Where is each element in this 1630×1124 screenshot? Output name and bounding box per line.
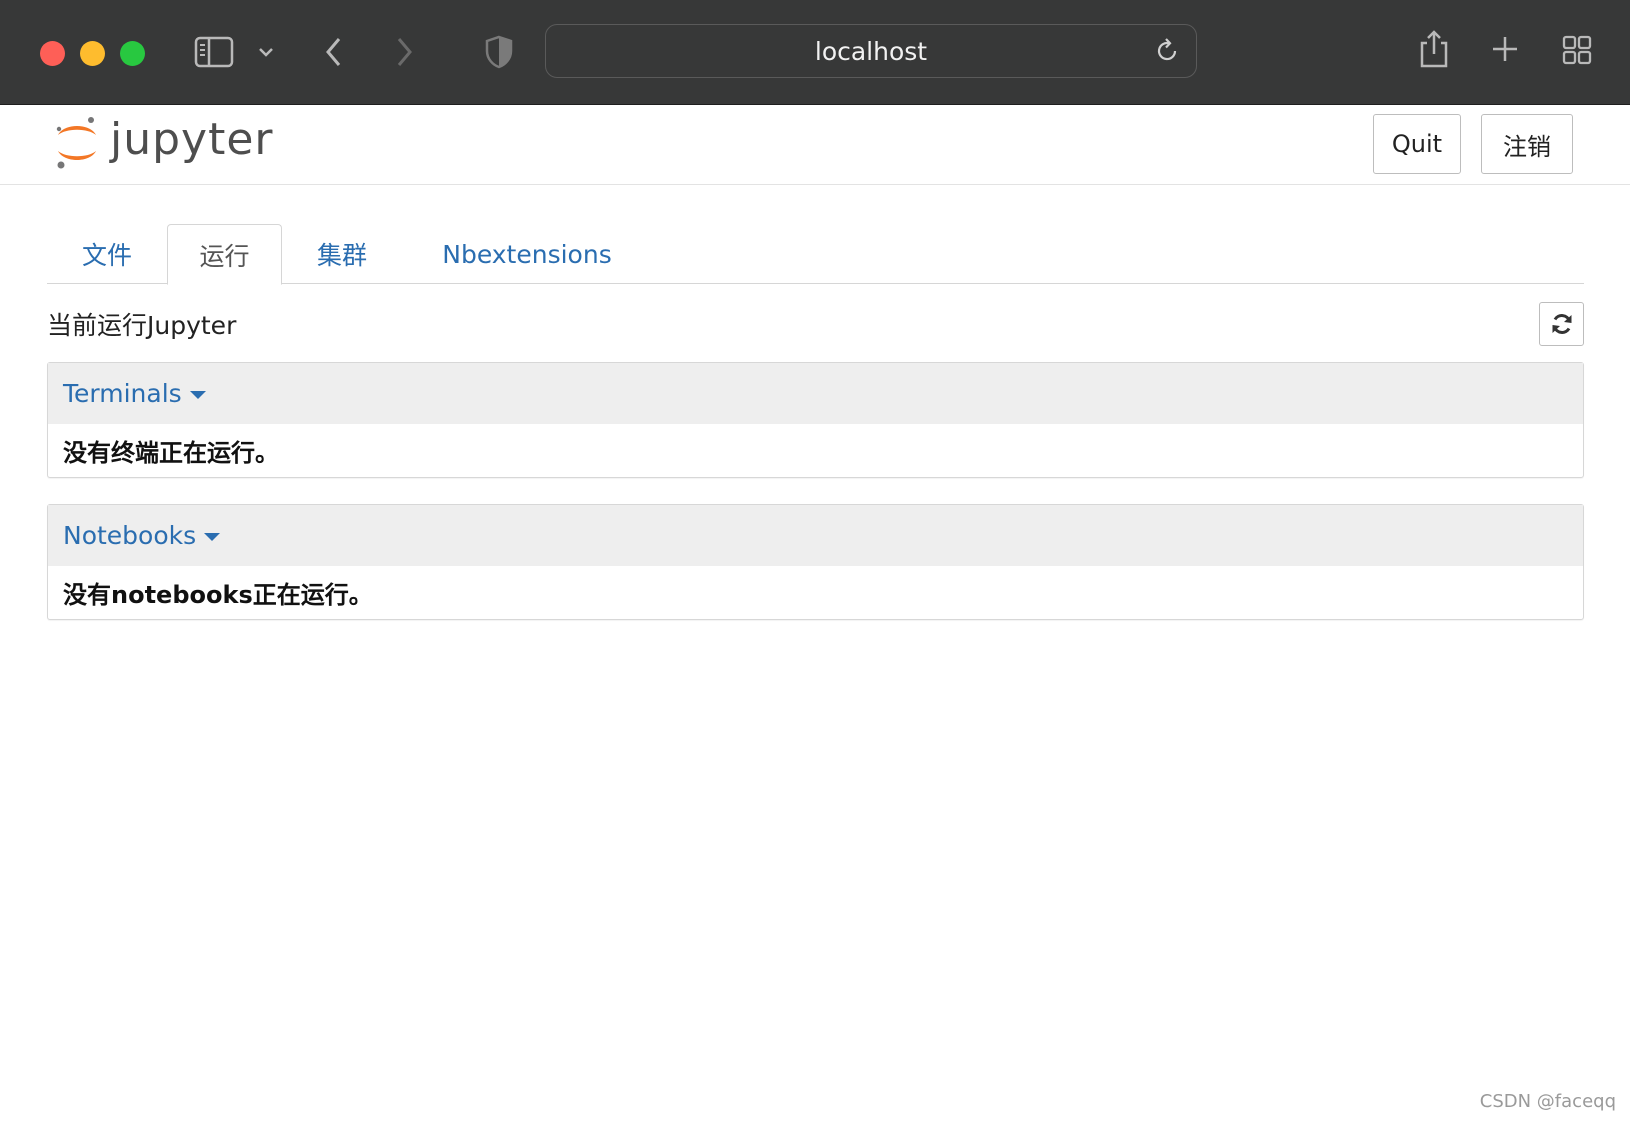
forward-icon[interactable] [392,33,416,71]
refresh-icon [1552,314,1571,334]
terminals-panel-heading[interactable]: Terminals [48,363,1583,424]
jupyter-logo[interactable]: jupyter [54,113,274,171]
terminals-empty-message: 没有终端正在运行。 [63,439,279,467]
back-icon[interactable] [322,33,346,71]
terminals-heading-text: Terminals [63,379,182,408]
browser-toolbar: localhost [0,0,1630,105]
notebooks-empty-message: 没有notebooks正在运行。 [63,581,373,609]
tab-nbextensions[interactable]: Nbextensions [427,224,627,284]
watermark: CSDN @faceqq [1479,1091,1616,1112]
address-bar[interactable]: localhost [545,24,1197,78]
caret-down-icon [189,390,206,399]
refresh-button[interactable] [1539,302,1584,346]
zoom-window-button[interactable] [120,41,145,66]
sidebar-icon[interactable] [193,33,235,71]
shield-icon[interactable] [484,33,514,71]
url-text: localhost [814,36,928,66]
tab-bar: 文件 运行 集群 Nbextensions [47,224,1584,285]
tab-running[interactable]: 运行 [167,224,282,285]
quit-button[interactable]: Quit [1373,114,1461,174]
notebooks-panel: Notebooks 没有notebooks正在运行。 [47,504,1584,620]
running-title: 当前运行Jupyter [47,311,237,340]
notebooks-panel-heading[interactable]: Notebooks [48,505,1583,566]
caret-down-icon [204,532,221,541]
minimize-window-button[interactable] [80,41,105,66]
tab-files[interactable]: 文件 [47,224,167,284]
share-icon[interactable] [1418,28,1450,70]
new-tab-icon[interactable] [1490,34,1520,64]
jupyter-logo-text: jupyter [110,113,274,165]
terminals-panel: Terminals 没有终端正在运行。 [47,362,1584,478]
jupyter-logo-icon [56,117,96,169]
notebooks-heading-text: Notebooks [63,521,197,550]
logout-button[interactable]: 注销 [1481,114,1573,174]
chevron-down-icon[interactable] [256,40,276,64]
reload-icon[interactable] [1154,38,1180,64]
tab-overview-icon[interactable] [1561,34,1593,66]
close-window-button[interactable] [40,41,65,66]
jupyter-header: jupyter Quit 注销 [0,105,1630,185]
tab-clusters[interactable]: 集群 [282,224,402,284]
